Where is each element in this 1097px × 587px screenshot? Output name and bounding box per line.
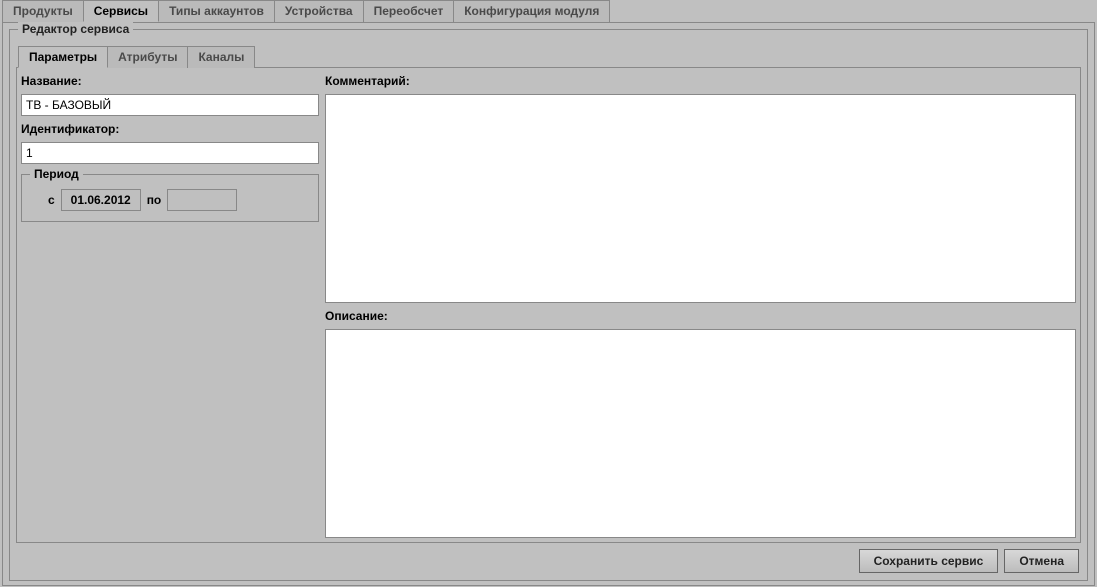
description-label: Описание: — [325, 307, 1076, 325]
period-to-input[interactable] — [167, 189, 237, 211]
tab-recalc[interactable]: Переобсчет — [363, 0, 455, 22]
period-from-input[interactable] — [61, 189, 141, 211]
tab-products[interactable]: Продукты — [2, 0, 84, 22]
tab-devices[interactable]: Устройства — [274, 0, 364, 22]
period-title: Период — [30, 167, 83, 181]
main-panel: Редактор сервиса Параметры Атрибуты Кана… — [2, 22, 1095, 586]
comment-label: Комментарий: — [325, 72, 1076, 90]
tab-account-types[interactable]: Типы аккаунтов — [158, 0, 275, 22]
tab-attributes[interactable]: Атрибуты — [107, 46, 188, 68]
save-button[interactable]: Сохранить сервис — [859, 549, 999, 573]
tab-channels[interactable]: Каналы — [187, 46, 255, 68]
name-input[interactable] — [21, 94, 319, 116]
period-to-label: по — [147, 193, 162, 207]
period-from-label: с — [30, 193, 55, 207]
tab-module-config[interactable]: Конфигурация модуля — [453, 0, 610, 22]
comment-textarea[interactable] — [325, 94, 1076, 303]
tab-services[interactable]: Сервисы — [83, 0, 159, 22]
main-tabs: Продукты Сервисы Типы аккаунтов Устройст… — [0, 0, 1097, 22]
left-column: Название: Идентификатор: Период с по — [21, 72, 319, 538]
button-row: Сохранить сервис Отмена — [16, 543, 1081, 573]
description-textarea[interactable] — [325, 329, 1076, 538]
tab-parameters[interactable]: Параметры — [18, 46, 108, 68]
name-label: Название: — [21, 72, 319, 90]
id-label: Идентификатор: — [21, 120, 319, 138]
service-editor-title: Редактор сервиса — [18, 22, 133, 36]
period-group: Период с по — [21, 174, 319, 222]
right-column: Комментарий: Описание: — [325, 72, 1076, 538]
editor-tabs: Параметры Атрибуты Каналы — [16, 46, 1081, 68]
service-editor-group: Редактор сервиса Параметры Атрибуты Кана… — [9, 29, 1088, 581]
parameters-panel: Название: Идентификатор: Период с по Ком… — [16, 67, 1081, 543]
id-input[interactable] — [21, 142, 319, 164]
cancel-button[interactable]: Отмена — [1004, 549, 1079, 573]
